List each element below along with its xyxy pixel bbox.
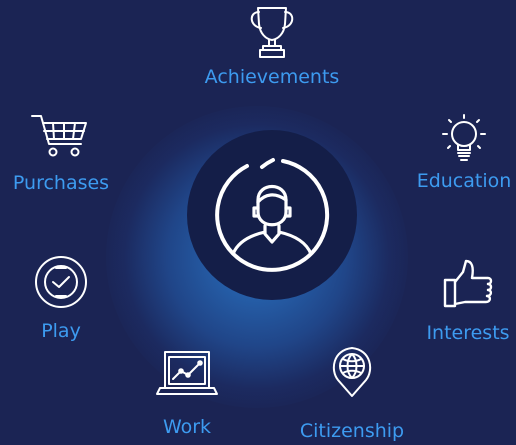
category-interests[interactable]: Interests bbox=[420, 258, 516, 344]
profile-wheel: Achievements Education Interests Citizen… bbox=[0, 0, 516, 445]
laptop-chart-icon bbox=[156, 351, 218, 395]
category-label: Work bbox=[162, 416, 212, 438]
map-pin-globe-icon bbox=[332, 347, 372, 397]
shopping-cart-icon bbox=[31, 115, 87, 157]
category-label: Purchases bbox=[12, 172, 110, 194]
category-citizenship[interactable]: Citizenship bbox=[294, 344, 410, 442]
lightbulb-icon bbox=[442, 114, 486, 161]
thumbs-up-icon bbox=[443, 259, 493, 308]
category-achievements[interactable]: Achievements bbox=[202, 2, 342, 88]
category-education[interactable]: Education bbox=[412, 112, 516, 192]
profile-hub[interactable] bbox=[187, 130, 357, 300]
category-purchases[interactable]: Purchases bbox=[6, 110, 116, 194]
category-play[interactable]: Play bbox=[23, 252, 99, 342]
category-label: Interests bbox=[426, 322, 510, 344]
trophy-icon bbox=[250, 7, 294, 58]
category-work[interactable]: Work bbox=[147, 348, 227, 438]
category-label: Play bbox=[41, 320, 81, 342]
game-badge-icon bbox=[35, 256, 87, 308]
category-label: Education bbox=[416, 170, 512, 192]
user-profile-icon bbox=[215, 158, 330, 272]
category-label: Citizenship bbox=[299, 420, 405, 442]
category-label: Achievements bbox=[204, 66, 340, 88]
